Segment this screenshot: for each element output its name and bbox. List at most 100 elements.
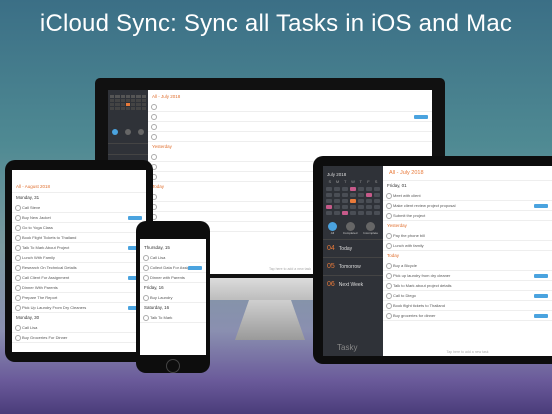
incomplete-tab-icon[interactable] [138, 129, 145, 135]
list-item[interactable]: Dinner with Parents [140, 273, 206, 283]
task-checkbox[interactable] [15, 245, 21, 251]
calendar-day[interactable] [374, 187, 380, 191]
tab-incomplete[interactable]: Incomplete [363, 231, 378, 235]
calendar-day[interactable] [374, 211, 380, 215]
list-item[interactable]: Research On Technical Details [12, 263, 146, 273]
completed-tab-icon[interactable] [124, 129, 131, 135]
task-checkbox[interactable] [15, 325, 21, 331]
list-item[interactable]: Buy New Jacket [12, 213, 146, 223]
incomplete-tab-icon[interactable] [366, 222, 376, 231]
ipad-right-footer-hint[interactable]: Tap here to add a new task [383, 350, 552, 354]
all-tab-icon[interactable] [111, 129, 118, 135]
calendar-day[interactable] [358, 205, 364, 209]
list-item[interactable]: Lunch with family [383, 241, 552, 251]
task-checkbox[interactable] [386, 313, 392, 319]
task-checkbox[interactable] [15, 215, 21, 221]
calendar-day[interactable] [326, 187, 332, 191]
calendar-day[interactable] [366, 211, 372, 215]
task-checkbox[interactable] [143, 275, 149, 281]
task-checkbox[interactable] [15, 205, 21, 211]
task-checkbox[interactable] [15, 275, 21, 281]
calendar-day[interactable] [358, 199, 364, 203]
calendar-day[interactable] [374, 199, 380, 203]
calendar-day[interactable] [358, 187, 364, 191]
task-checkbox[interactable] [143, 265, 149, 271]
task-checkbox[interactable] [386, 233, 392, 239]
list-item[interactable]: Collect Data For Assignment [140, 263, 206, 273]
task-checkbox[interactable] [386, 203, 392, 209]
calendar-day[interactable] [334, 187, 340, 191]
calendar-day[interactable] [334, 193, 340, 197]
task-checkbox[interactable] [386, 303, 392, 309]
task-checkbox[interactable] [386, 293, 392, 299]
calendar-day[interactable] [342, 199, 348, 203]
sidebar-item[interactable]: 05 Tomorrow [323, 257, 383, 275]
calendar-day[interactable] [366, 199, 372, 203]
list-item[interactable]: Lunch With Family [12, 253, 146, 263]
task-checkbox[interactable] [386, 273, 392, 279]
list-item[interactable]: Call Steve [12, 203, 146, 213]
task-checkbox[interactable] [15, 265, 21, 271]
list-item[interactable]: Buy a Bicycle [383, 261, 552, 271]
calendar-day[interactable] [334, 199, 340, 203]
sidebar-item[interactable]: 04 Today [323, 239, 383, 257]
calendar-day[interactable] [326, 199, 332, 203]
calendar-day[interactable] [366, 187, 372, 191]
tab-all[interactable]: All [328, 231, 337, 235]
task-checkbox[interactable] [143, 255, 149, 261]
calendar-day[interactable] [342, 193, 348, 197]
task-checkbox[interactable] [15, 285, 21, 291]
calendar-day[interactable] [366, 193, 372, 197]
list-item[interactable]: Meet with client [383, 191, 552, 201]
list-item[interactable] [148, 102, 432, 112]
list-item[interactable] [148, 122, 432, 132]
list-item[interactable]: Pick Up Laundry From Dry Cleaners [12, 303, 146, 313]
list-item[interactable]: Call Client For Assignment [12, 273, 146, 283]
task-checkbox[interactable] [15, 295, 21, 301]
task-checkbox[interactable] [386, 263, 392, 269]
calendar-day[interactable] [350, 199, 356, 203]
calendar-day[interactable] [342, 211, 348, 215]
sidebar-item[interactable]: 06 Next Week [323, 275, 383, 293]
list-item[interactable]: Pick up laundry from dry cleaner [383, 271, 552, 281]
calendar-day[interactable] [342, 187, 348, 191]
list-item[interactable]: Book flight tickets to Thailand [383, 301, 552, 311]
task-checkbox[interactable] [15, 305, 21, 311]
task-checkbox[interactable] [15, 235, 21, 241]
task-checkbox[interactable] [143, 295, 149, 301]
list-item[interactable]: Pay the phone bill [383, 231, 552, 241]
list-item[interactable]: Prepare The Report [12, 293, 146, 303]
calendar-day[interactable] [358, 193, 364, 197]
calendar-day[interactable] [326, 193, 332, 197]
calendar-day[interactable] [350, 193, 356, 197]
calendar-day[interactable] [358, 211, 364, 215]
list-item[interactable]: Call Lisa [140, 253, 206, 263]
calendar-day[interactable] [374, 193, 380, 197]
completed-tab-icon[interactable] [345, 222, 355, 231]
list-item[interactable]: Talk To Mark [140, 313, 206, 323]
task-checkbox[interactable] [15, 255, 21, 261]
calendar-day[interactable] [326, 211, 332, 215]
list-item[interactable]: Call Lisa [12, 323, 146, 333]
calendar-day[interactable] [326, 205, 332, 209]
list-item[interactable]: Buy groceries for dinner [383, 311, 552, 321]
list-item[interactable]: Talk To Mark About Project [12, 243, 146, 253]
list-item[interactable] [148, 112, 432, 122]
list-item[interactable]: Buy Groceries For Dinner [12, 333, 146, 343]
calendar-day[interactable] [350, 205, 356, 209]
task-checkbox[interactable] [386, 283, 392, 289]
calendar-day[interactable] [366, 205, 372, 209]
calendar-day[interactable] [374, 205, 380, 209]
task-checkbox[interactable] [15, 225, 21, 231]
tab-completed[interactable]: Completed [343, 231, 358, 235]
list-item[interactable]: Call to Diego [383, 291, 552, 301]
list-item[interactable]: Make client review project proposal [383, 201, 552, 211]
task-checkbox[interactable] [143, 315, 149, 321]
calendar-day[interactable] [350, 187, 356, 191]
list-item[interactable]: Talk to Mark about project details [383, 281, 552, 291]
list-item[interactable]: Book Flight Tickets to Thailand [12, 233, 146, 243]
list-item[interactable]: Submit the project [383, 211, 552, 221]
task-checkbox[interactable] [386, 243, 392, 249]
calendar-day[interactable] [350, 211, 356, 215]
calendar-day[interactable] [334, 205, 340, 209]
